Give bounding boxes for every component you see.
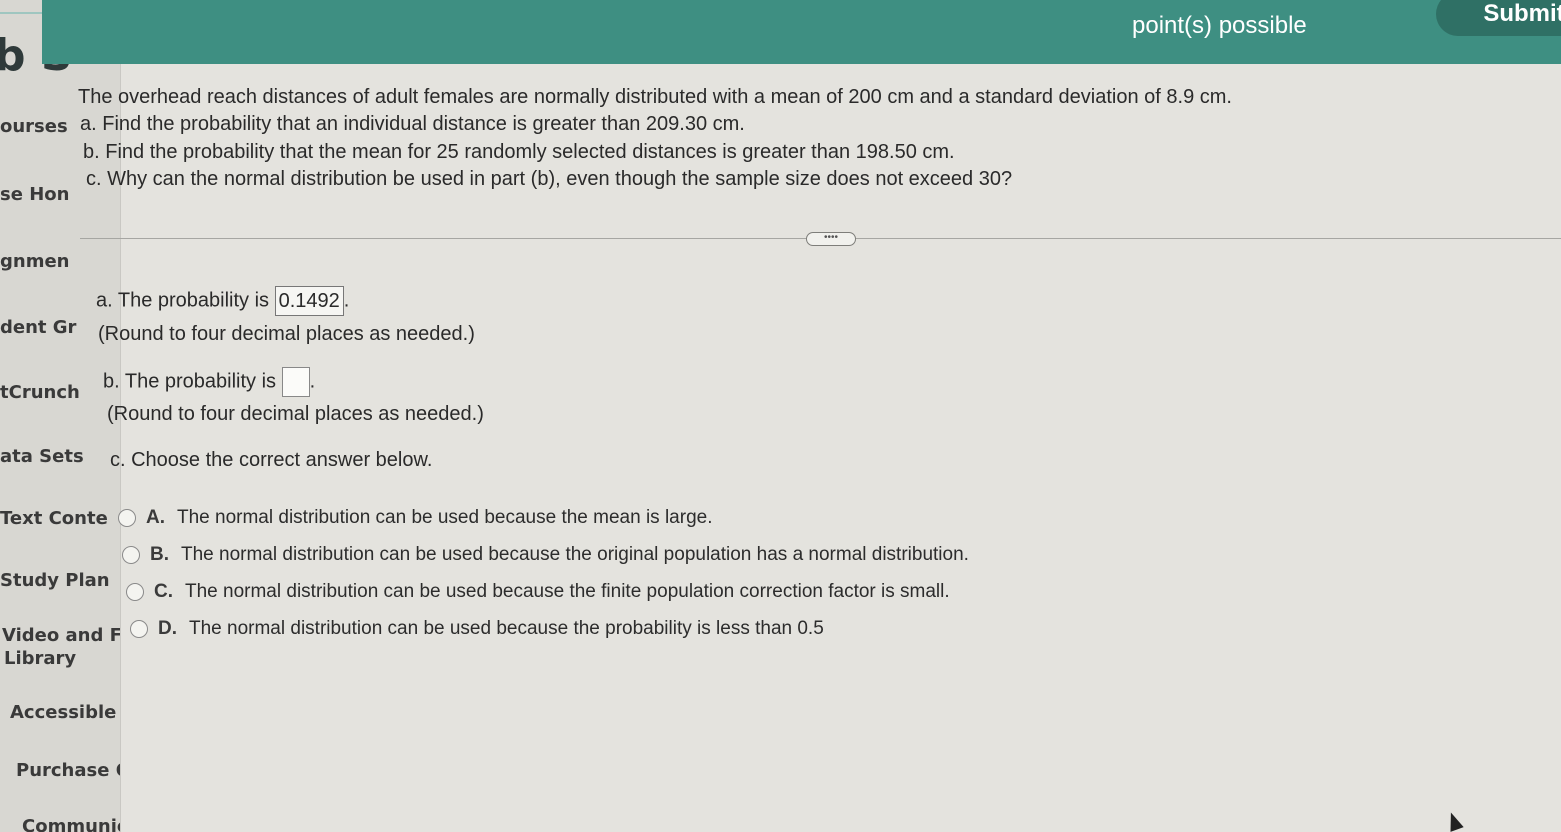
answer-b-line: b. The probability is . bbox=[103, 367, 315, 397]
question-stem: The overhead reach distances of adult fe… bbox=[78, 86, 1232, 108]
answer-c-prompt: c. Choose the correct answer below. bbox=[110, 449, 433, 471]
radio-c[interactable] bbox=[126, 583, 144, 601]
option-b-text: The normal distribution can be used beca… bbox=[181, 544, 969, 565]
option-c[interactable]: C. The normal distribution can be used b… bbox=[126, 581, 950, 603]
option-a[interactable]: A. The normal distribution can be used b… bbox=[118, 507, 712, 529]
option-d-letter: D. bbox=[158, 618, 177, 639]
option-d[interactable]: D. The normal distribution can be used b… bbox=[130, 618, 824, 640]
answer-a-line: a. The probability is 0.1492. bbox=[96, 286, 349, 316]
option-b[interactable]: B. The normal distribution can be used b… bbox=[122, 544, 969, 566]
option-c-text: The normal distribution can be used beca… bbox=[185, 581, 950, 602]
option-a-letter: A. bbox=[146, 507, 165, 528]
option-b-letter: B. bbox=[150, 544, 169, 565]
radio-d[interactable] bbox=[130, 620, 148, 638]
radio-b[interactable] bbox=[122, 546, 140, 564]
answer-a-suffix: . bbox=[343, 289, 350, 312]
question-part-c: c. Why can the normal distribution be us… bbox=[86, 168, 1013, 190]
question-part-a: a. Find the probability that an individu… bbox=[80, 113, 745, 135]
answer-b-prefix: b. The probability is bbox=[103, 370, 277, 393]
option-d-text: The normal distribution can be used beca… bbox=[189, 618, 824, 639]
answer-b-suffix: . bbox=[309, 370, 316, 393]
answer-b-hint: (Round to four decimal places as needed.… bbox=[107, 403, 484, 425]
question-header: point(s) possible Submit bbox=[0, 0, 1561, 64]
option-c-letter: C. bbox=[154, 581, 173, 602]
answer-a-prefix: a. The probability is bbox=[96, 289, 270, 312]
answer-b-input[interactable] bbox=[281, 367, 310, 397]
question-part-b: b. Find the probability that the mean fo… bbox=[83, 141, 955, 163]
answer-a-hint: (Round to four decimal places as needed.… bbox=[98, 323, 475, 345]
submit-button[interactable]: Submit bbox=[1436, 0, 1561, 36]
question-area: The overhead reach distances of adult fe… bbox=[0, 64, 1561, 832]
answer-a-input[interactable]: 0.1492 bbox=[274, 286, 344, 316]
points-possible-label: point(s) possible bbox=[1132, 12, 1307, 39]
option-a-text: The normal distribution can be used beca… bbox=[177, 507, 713, 528]
radio-a[interactable] bbox=[118, 509, 136, 527]
expand-more-button[interactable]: •••• bbox=[806, 232, 856, 246]
